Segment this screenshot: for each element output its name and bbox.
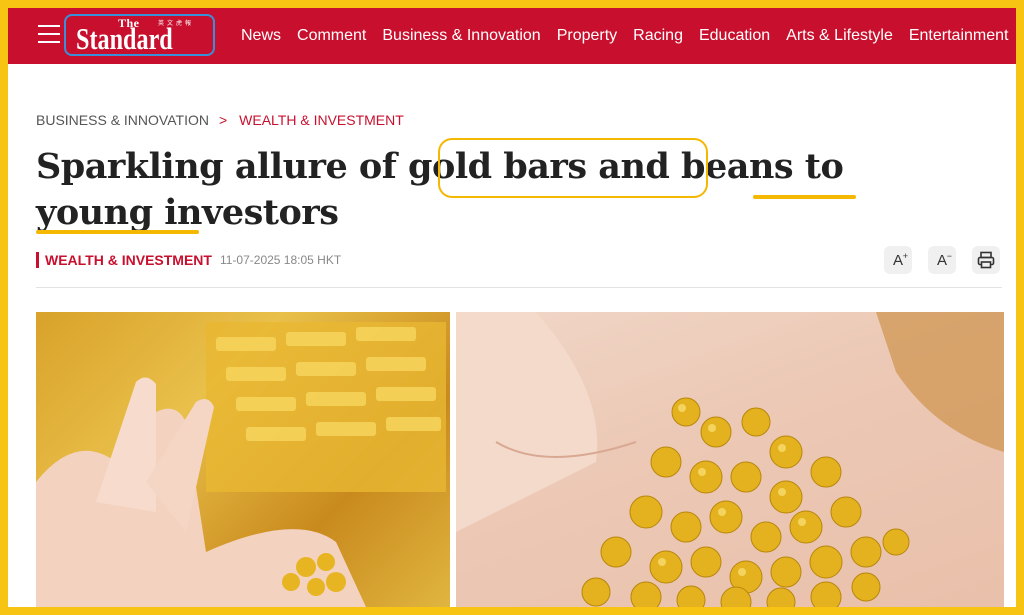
print-button[interactable] [972,246,1000,274]
increase-font-button[interactable]: A + [884,246,912,274]
top-navigation-bar: The 英文虎報 Standard News Comment Business … [8,8,1016,64]
gold-bars-image [36,322,446,607]
nav-item-property[interactable]: Property [557,27,617,45]
breadcrumb-item-wealth-investment[interactable]: WEALTH & INVESTMENT [239,112,404,128]
main-nav: News Comment Business & Innovation Prope… [241,8,1016,64]
highlight-underline-annotation [753,195,856,199]
print-icon [977,251,995,269]
divider [36,287,1002,288]
publish-date: 11-07-2025 18:05 HKT [219,253,342,267]
page-frame: The 英文虎報 Standard News Comment Business … [8,8,1016,607]
breadcrumb-item-business-innovation[interactable]: BUSINESS & INNOVATION [36,112,209,128]
nav-item-arts-lifestyle[interactable]: Arts & Lifestyle [786,27,893,45]
nav-item-entertainment[interactable]: Entertainment [909,27,1009,45]
nav-item-business-innovation[interactable]: Business & Innovation [382,27,540,45]
site-logo[interactable]: The 英文虎報 Standard [64,14,215,56]
decrease-font-button[interactable]: A − [928,246,956,274]
nav-item-comment[interactable]: Comment [297,27,366,45]
gold-bars-and-hand-photo [36,312,450,607]
font-increase-icon: A + [892,251,908,269]
highlight-underline-annotation [36,230,199,234]
hamburger-menu-icon[interactable] [38,25,60,43]
article-tools: A + A − [884,246,1000,274]
gold-beans-in-palm-photo [456,312,1004,607]
article-meta: WEALTH & INVESTMENT 11-07-2025 18:05 HKT [36,252,341,268]
nav-item-news[interactable]: News [241,27,281,45]
breadcrumb: BUSINESS & INNOVATION > WEALTH & INVESTM… [36,112,404,128]
nav-item-racing[interactable]: Racing [633,27,683,45]
highlight-circle-annotation [438,138,708,198]
font-decrease-icon: A − [936,251,952,269]
chevron-right-icon: > [218,112,228,128]
gold-beans-image [456,312,1004,607]
logo-main-text: Standard [76,21,173,56]
category-tag[interactable]: WEALTH & INVESTMENT [36,252,212,268]
nav-item-education[interactable]: Education [699,27,770,45]
